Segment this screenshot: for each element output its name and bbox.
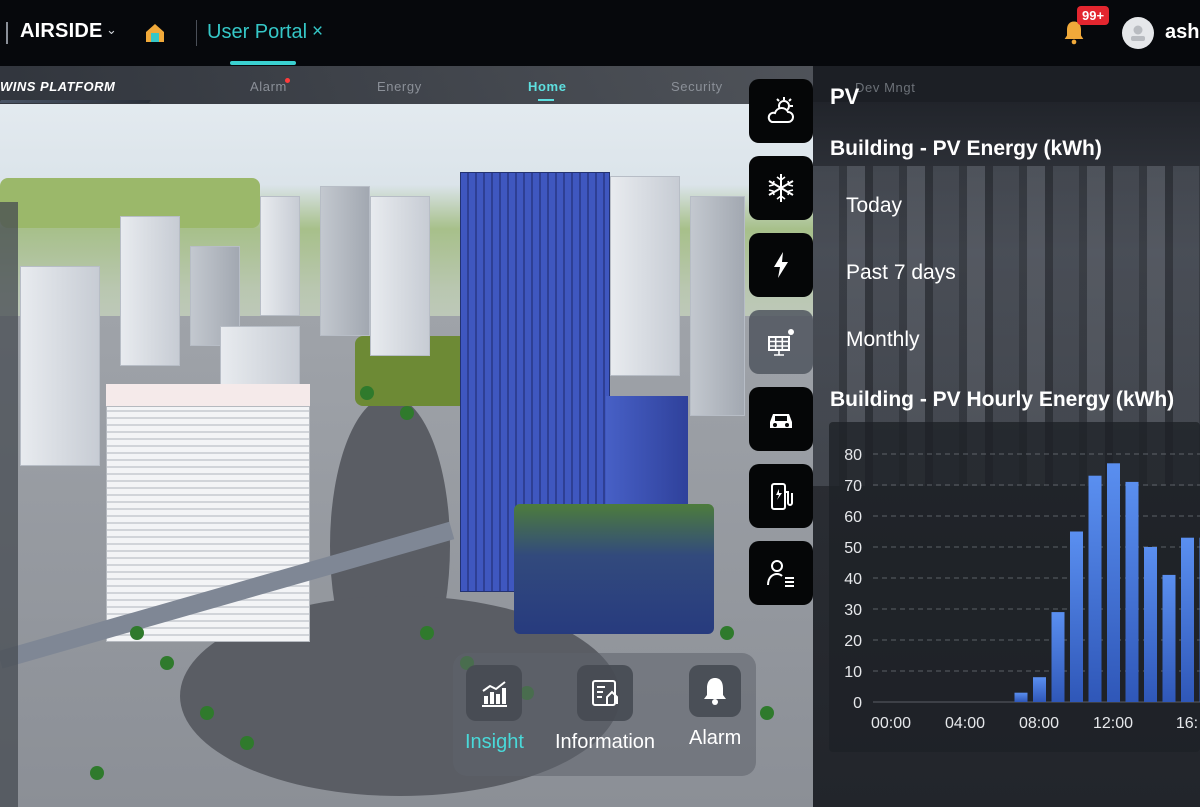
section-title-pv-energy: Building - PV Energy (kWh) [830, 137, 1102, 160]
bar [1051, 612, 1065, 702]
building [260, 196, 300, 316]
bar [1162, 574, 1176, 702]
y-tick-label: 0 [853, 695, 862, 712]
pv-hourly-chart: 0 10 20 30 40 50 60 70 80 00:00 04:00 08:00 12:00 16: [829, 422, 1200, 752]
alarm-indicator-dot [285, 78, 290, 83]
cooling-button[interactable] [749, 156, 813, 220]
x-tick-label: 04:00 [945, 715, 985, 732]
tree [90, 766, 104, 780]
x-tick-label: 00:00 [871, 715, 911, 732]
bar [1088, 475, 1102, 702]
alarm-label: Alarm [689, 727, 742, 749]
chevron-down-icon[interactable]: ⌄ [106, 22, 117, 38]
person-list-icon [767, 560, 794, 587]
tree [130, 626, 144, 640]
y-tick-label: 20 [844, 633, 862, 650]
nav-item-energy[interactable]: Energy [377, 79, 422, 94]
insight-button[interactable]: Insight [465, 665, 524, 754]
x-tick-label: 16: [1176, 715, 1198, 732]
divider [6, 22, 8, 44]
ev-charger-icon [771, 483, 793, 510]
tree [400, 406, 414, 420]
information-label: Information [555, 731, 656, 753]
bar [1181, 537, 1194, 702]
tree [160, 656, 174, 670]
home-icon[interactable] [143, 21, 167, 45]
option-today[interactable]: Today [846, 194, 902, 218]
pv-button[interactable] [749, 310, 813, 374]
bar [1033, 677, 1046, 702]
bottom-menu: Insight Information Alarm [453, 653, 756, 776]
app-switcher-label[interactable]: AIRSIDE [20, 20, 103, 43]
solar-panel-icon [768, 329, 794, 356]
building [610, 176, 680, 376]
user-icon [1131, 25, 1145, 41]
ev-charging-button[interactable] [749, 464, 813, 528]
alarm-button[interactable]: Alarm [689, 665, 741, 750]
car-icon [770, 414, 792, 428]
bar [1125, 481, 1139, 702]
close-tab-icon[interactable]: × [312, 21, 323, 43]
nav-item-security[interactable]: Security [671, 79, 723, 94]
x-tick-label: 08:00 [1019, 715, 1059, 732]
insight-chart-icon [482, 681, 508, 707]
top-bar: AIRSIDE ⌄ User Portal × 99+ ashl [0, 0, 1200, 66]
nav-item-alarm[interactable]: Alarm [250, 79, 287, 94]
tree [360, 386, 374, 400]
information-button[interactable]: Information [555, 665, 655, 754]
tree [720, 626, 734, 640]
y-tick-label: 40 [844, 571, 862, 588]
snowflake-icon [768, 174, 794, 202]
building [690, 196, 745, 416]
lightning-icon [774, 252, 788, 278]
platform-nav: WINS PLATFORM Alarm Energy Home Security [0, 66, 813, 104]
parking-button[interactable] [749, 387, 813, 451]
weather-button[interactable] [749, 79, 813, 143]
y-tick-label: 30 [844, 602, 862, 619]
option-monthly[interactable]: Monthly [846, 328, 920, 352]
tree [420, 626, 434, 640]
collapsed-left-panel[interactable] [0, 202, 18, 807]
panel-title: PV [830, 84, 860, 109]
bar-chart: 0 10 20 30 40 50 60 70 80 00:00 04:00 08:00 12:00 16: [844, 447, 1200, 732]
weather-icon [767, 97, 794, 123]
x-tick-label: 12:00 [1093, 715, 1133, 732]
bar [1144, 547, 1157, 702]
section-title-pv-hourly: Building - PV Hourly Energy (kWh) [830, 388, 1175, 411]
occupancy-button[interactable] [749, 541, 813, 605]
avatar[interactable] [1122, 17, 1154, 49]
tree [760, 706, 774, 720]
active-nav-indicator [538, 99, 554, 101]
power-button[interactable] [749, 233, 813, 297]
building [20, 266, 100, 466]
bar [1014, 692, 1028, 702]
building [320, 186, 370, 336]
insight-label: Insight [465, 731, 524, 753]
pv-panel: Dev Mngt PV Building - PV Energy (kWh) T… [813, 66, 1200, 807]
y-tick-label: 70 [844, 478, 862, 495]
nav-item-dev-mngt[interactable]: Dev Mngt [855, 80, 915, 95]
y-tick-label: 80 [844, 447, 862, 464]
active-tab-indicator [230, 61, 296, 65]
building [370, 196, 430, 356]
podium-rooftop-garden [514, 504, 714, 634]
alarm-bell-icon [704, 678, 727, 705]
information-icon [592, 680, 619, 706]
option-past-7-days[interactable]: Past 7 days [846, 261, 956, 285]
bar [1107, 463, 1120, 702]
tree [200, 706, 214, 720]
username[interactable]: ashl [1165, 21, 1200, 44]
y-tick-label: 10 [844, 664, 862, 681]
decorative-line [0, 100, 152, 103]
y-tick-label: 50 [844, 540, 862, 557]
tab-user-portal[interactable]: User Portal [207, 21, 307, 44]
divider [196, 20, 197, 46]
y-tick-label: 60 [844, 509, 862, 526]
platform-title: WINS PLATFORM [0, 79, 116, 94]
building [120, 216, 180, 366]
bar [1070, 531, 1083, 702]
nav-item-home[interactable]: Home [528, 79, 567, 94]
tree [240, 736, 254, 750]
notification-badge: 99+ [1077, 6, 1110, 25]
